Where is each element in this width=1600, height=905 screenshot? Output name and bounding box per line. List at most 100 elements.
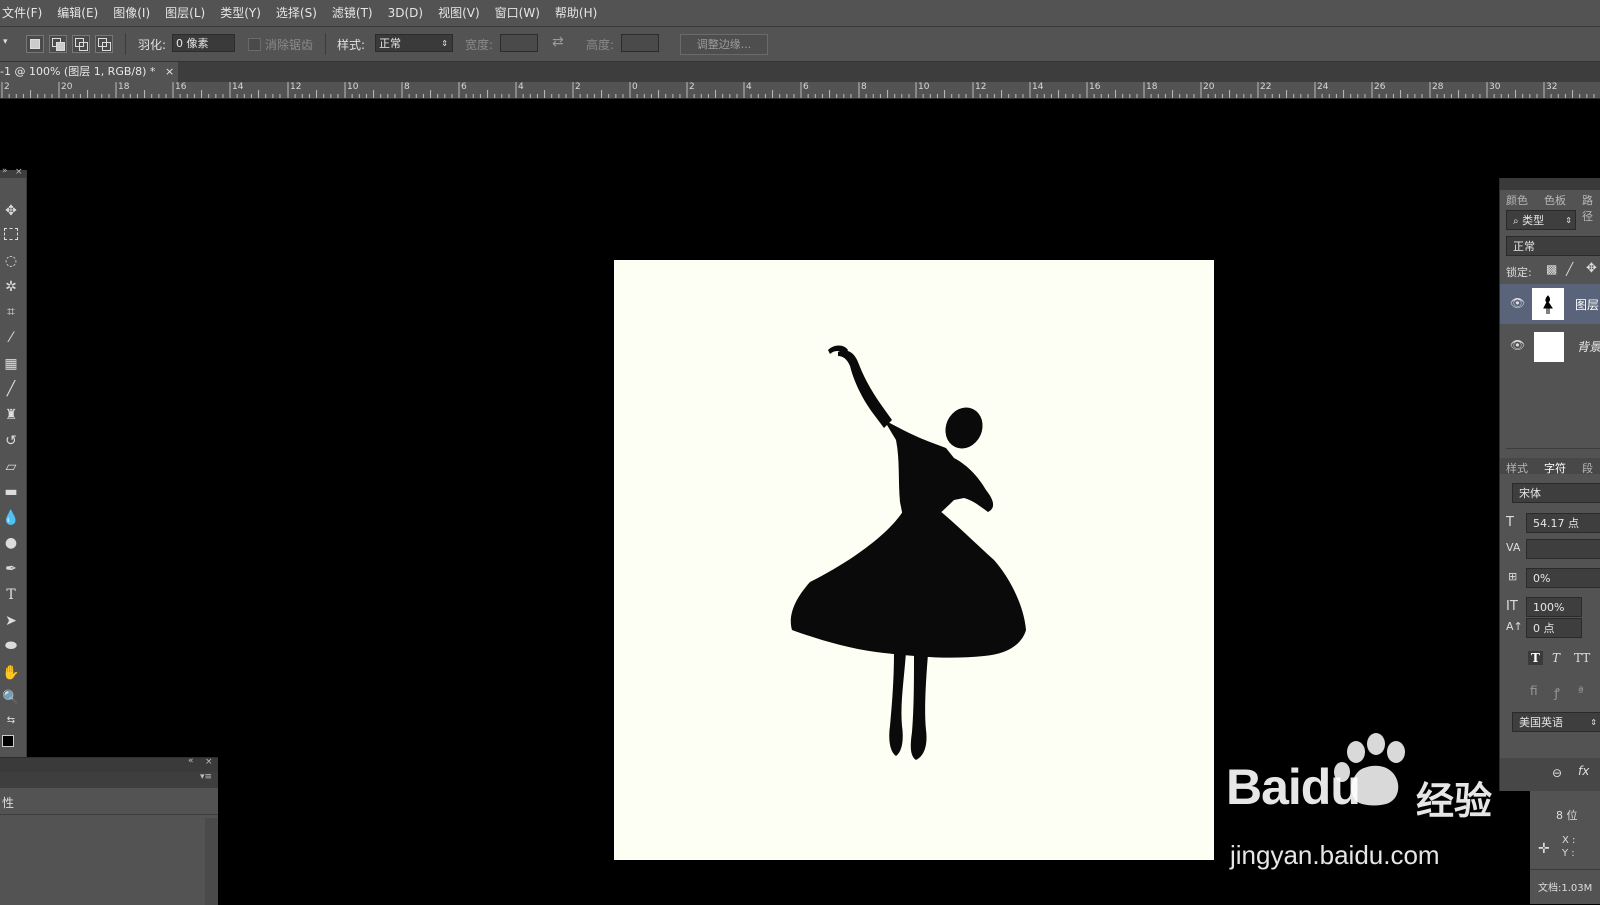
pen-tool-icon[interactable]: ✒ (0, 558, 22, 580)
hand-tool-icon[interactable]: ✋ (0, 662, 22, 684)
antialias-checkbox[interactable] (248, 38, 261, 51)
close-icon[interactable]: × (165, 62, 174, 82)
menu-help[interactable]: 帮助(H) (555, 0, 597, 26)
close-icon[interactable]: × (205, 757, 213, 767)
new-selection-icon[interactable] (26, 35, 44, 53)
brush-tool-icon[interactable]: ╱ (0, 378, 22, 400)
options-bar: ▾ 羽化: 0 像素 消除锯齿 样式: 正常 ⇕ 宽度: ⇄ 高度: 调整边缘..… (0, 27, 1600, 62)
lock-paint-icon[interactable]: ╱ (1566, 262, 1573, 276)
ruler-label: 20 (61, 82, 73, 92)
menu-type[interactable]: 类型(Y) (220, 0, 261, 26)
lasso-tool-icon[interactable]: ◌ (0, 250, 22, 272)
dodge-tool-icon[interactable]: ● (0, 532, 22, 554)
ligature-icon[interactable]: ﬁ (1530, 684, 1538, 698)
horizontal-ruler[interactable]: 2 20 18 16 14 12 10 8 6 4 2 0 2 4 6 8 10 12 14 16 18 20 22 24 26… (0, 82, 1600, 99)
gradient-tool-icon[interactable]: ▬ (0, 481, 22, 503)
menu-select[interactable]: 选择(S) (276, 0, 317, 26)
font-family-select[interactable]: 宋体 (1512, 483, 1600, 503)
layer-filter-select[interactable]: ⌕ 类型 ⇕ (1506, 210, 1576, 230)
eyedropper-icon[interactable]: ⁄ (0, 327, 22, 349)
menu-window[interactable]: 窗口(W) (495, 0, 540, 26)
magic-wand-icon[interactable]: ✲ (0, 276, 22, 298)
panel-menu-icon[interactable]: ▾≡ (200, 772, 212, 782)
watermark-sub: 经验 (1416, 779, 1493, 823)
menu-view[interactable]: 视图(V) (438, 0, 480, 26)
blend-mode-select[interactable]: 正常 (1506, 236, 1600, 256)
feather-input[interactable]: 0 像素 (172, 34, 235, 52)
collapse-icon[interactable]: « (188, 756, 194, 766)
lock-position-icon[interactable]: ✥ (1586, 261, 1597, 276)
tab-paths[interactable]: 路径 (1582, 192, 1600, 224)
crop-tool-icon[interactable]: ⌗ (0, 301, 22, 323)
tab-character[interactable]: 字符 (1544, 460, 1566, 476)
foreground-color-swatch[interactable] (2, 735, 14, 747)
language-select[interactable]: 美国英语 ⇕ (1512, 712, 1600, 732)
intersect-selection-icon[interactable] (95, 35, 113, 53)
faux-italic-icon[interactable]: T (1552, 651, 1560, 665)
kerning-input[interactable] (1526, 539, 1600, 559)
link-icon[interactable]: ⊖ (1552, 766, 1562, 780)
lock-transparent-icon[interactable]: ▩ (1546, 262, 1557, 276)
path-select-icon[interactable]: ➤ (0, 610, 22, 632)
refine-edge-button[interactable]: 调整边缘... (680, 34, 768, 55)
ellipse-tool-icon[interactable]: ⬬ (0, 635, 22, 657)
history-brush-icon[interactable]: ↺ (0, 430, 22, 452)
tab-color[interactable]: 颜色 (1506, 192, 1528, 208)
menu-file[interactable]: 文件(F) (2, 0, 42, 26)
tab-swatches[interactable]: 色板 (1544, 192, 1566, 208)
ruler-label: 18 (118, 82, 130, 92)
swap-colors-icon[interactable]: ⇆ (0, 710, 22, 732)
width-input[interactable] (500, 34, 538, 52)
all-caps-icon[interactable]: TT (1574, 651, 1590, 665)
vertical-scale-input[interactable]: 100% (1526, 597, 1582, 617)
ruler-label: 8 (861, 82, 867, 92)
scrollbar[interactable] (205, 818, 218, 905)
close-icon[interactable]: × (15, 167, 23, 177)
style-value: 正常 (379, 37, 401, 50)
add-selection-icon[interactable] (49, 35, 67, 53)
eye-icon[interactable]: 👁 (1510, 338, 1525, 352)
menu-3d[interactable]: 3D(D) (388, 0, 423, 26)
ruler-label: 6 (803, 82, 809, 92)
tab-paragraph[interactable]: 段 (1582, 460, 1593, 476)
menu-edit[interactable]: 编辑(E) (57, 0, 98, 26)
swap-icon[interactable]: ⇄ (552, 34, 564, 50)
tracking-input[interactable]: 0% (1526, 568, 1600, 588)
blur-tool-icon[interactable]: 💧 (0, 507, 22, 529)
type-tool-icon[interactable]: T (0, 584, 22, 606)
zoom-tool-icon[interactable]: 🔍 (0, 687, 22, 709)
menu-filter[interactable]: 滤镜(T) (332, 0, 373, 26)
layer-row[interactable]: 👁 图层 (1500, 284, 1600, 324)
tool-preset-arrow-icon[interactable]: ▾ (3, 37, 8, 47)
menu-image[interactable]: 图像(I) (113, 0, 150, 26)
subtract-selection-icon[interactable] (72, 35, 90, 53)
ruler-label: 2 (4, 82, 10, 92)
collapse-icon[interactable]: » (2, 166, 8, 176)
menu-layer[interactable]: 图层(L) (165, 0, 205, 26)
layer-row[interactable]: 👁 背景 (1500, 326, 1600, 366)
marquee-tool-icon[interactable] (0, 225, 22, 247)
font-size-input[interactable]: 54.17 点 (1526, 513, 1600, 533)
fx-icon[interactable]: fx (1578, 764, 1589, 778)
eye-icon[interactable]: 👁 (1510, 296, 1525, 310)
faux-bold-icon[interactable]: T (1528, 651, 1543, 665)
baseline-input[interactable]: 0 点 (1526, 618, 1582, 638)
ordinal-icon[interactable]: ª (1578, 684, 1584, 698)
ruler-label: 2 (575, 82, 581, 92)
right-panel-dock: 颜色 色板 路径 ⌕ 类型 ⇕ 正常 锁定: ▩ ╱ ✥ 👁 图层 👁 背景 样… (1499, 178, 1600, 791)
stamp-tool-icon[interactable]: ♜ (0, 404, 22, 426)
swash-icon[interactable]: ꝭ (1554, 684, 1560, 701)
height-input[interactable] (621, 34, 659, 52)
healing-brush-icon[interactable]: ▦ (0, 353, 22, 375)
layer-thumbnail (1534, 332, 1564, 362)
tab-styles[interactable]: 样式 (1506, 460, 1528, 476)
eraser-tool-icon[interactable]: ▱ (0, 456, 22, 478)
ruler-label: 8 (404, 82, 410, 92)
move-tool-icon[interactable]: ✥ (0, 200, 22, 222)
document-tab[interactable]: -1 @ 100% (图层 1, RGB/8) * × (0, 62, 178, 82)
x-coordinate: X : (1562, 835, 1576, 846)
style-select[interactable]: 正常 ⇕ (375, 34, 453, 52)
ruler-label: 32 (1546, 82, 1558, 92)
panel-tab-strip: ▾≡ (0, 772, 218, 788)
document-canvas[interactable] (614, 260, 1214, 860)
